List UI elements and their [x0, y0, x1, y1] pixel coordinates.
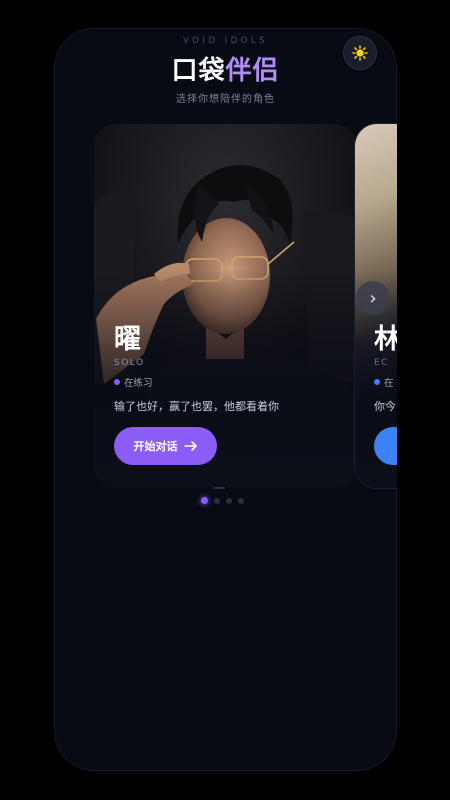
sun-icon [352, 45, 368, 61]
character-status: 在练习 [114, 375, 153, 389]
page-dot-3[interactable] [226, 497, 232, 504]
character-card-yao[interactable]: 曜 SOLO 在练习 输了也好，赢了也罢，他都看着你 开始对话 [94, 124, 357, 488]
character-name-2: 林 [374, 324, 397, 355]
status-dot [114, 379, 120, 385]
page-dot-4[interactable] [238, 497, 244, 504]
character-group-2: EC [374, 358, 389, 368]
chevron-right-icon: › [369, 287, 377, 309]
next-card-button[interactable]: › [356, 281, 390, 315]
pagination-dots [201, 497, 244, 504]
character-quote: 输了也好，赢了也罢，他都看着你 [114, 400, 279, 413]
title-part-1: 口袋 [171, 56, 226, 86]
character-status-2: 在 [374, 375, 394, 389]
title-part-2: 伴侣 [225, 56, 280, 86]
character-quote-2: 你今 [374, 400, 396, 413]
app-screen: VOID IDOLS 口袋伴侣 选择你想陪伴的角色 曜 SOLO 在练习 输了也… [54, 28, 397, 771]
character-group: SOLO [114, 358, 145, 368]
character-name: 曜 [114, 324, 141, 355]
status-dot-2 [374, 379, 380, 385]
status-label: 在练习 [124, 378, 153, 389]
arrow-right-icon [183, 441, 197, 451]
theme-toggle-button[interactable] [343, 36, 377, 70]
status-label-2: 在 [384, 378, 394, 389]
page-dot-2[interactable] [214, 497, 220, 504]
start-chat-button[interactable]: 开始对话 [114, 427, 217, 465]
page-dot-1[interactable] [201, 497, 208, 504]
page-subtitle: 选择你想陪伴的角色 [176, 94, 275, 105]
start-chat-label: 开始对话 [133, 440, 178, 453]
carousel-handle [213, 487, 225, 489]
